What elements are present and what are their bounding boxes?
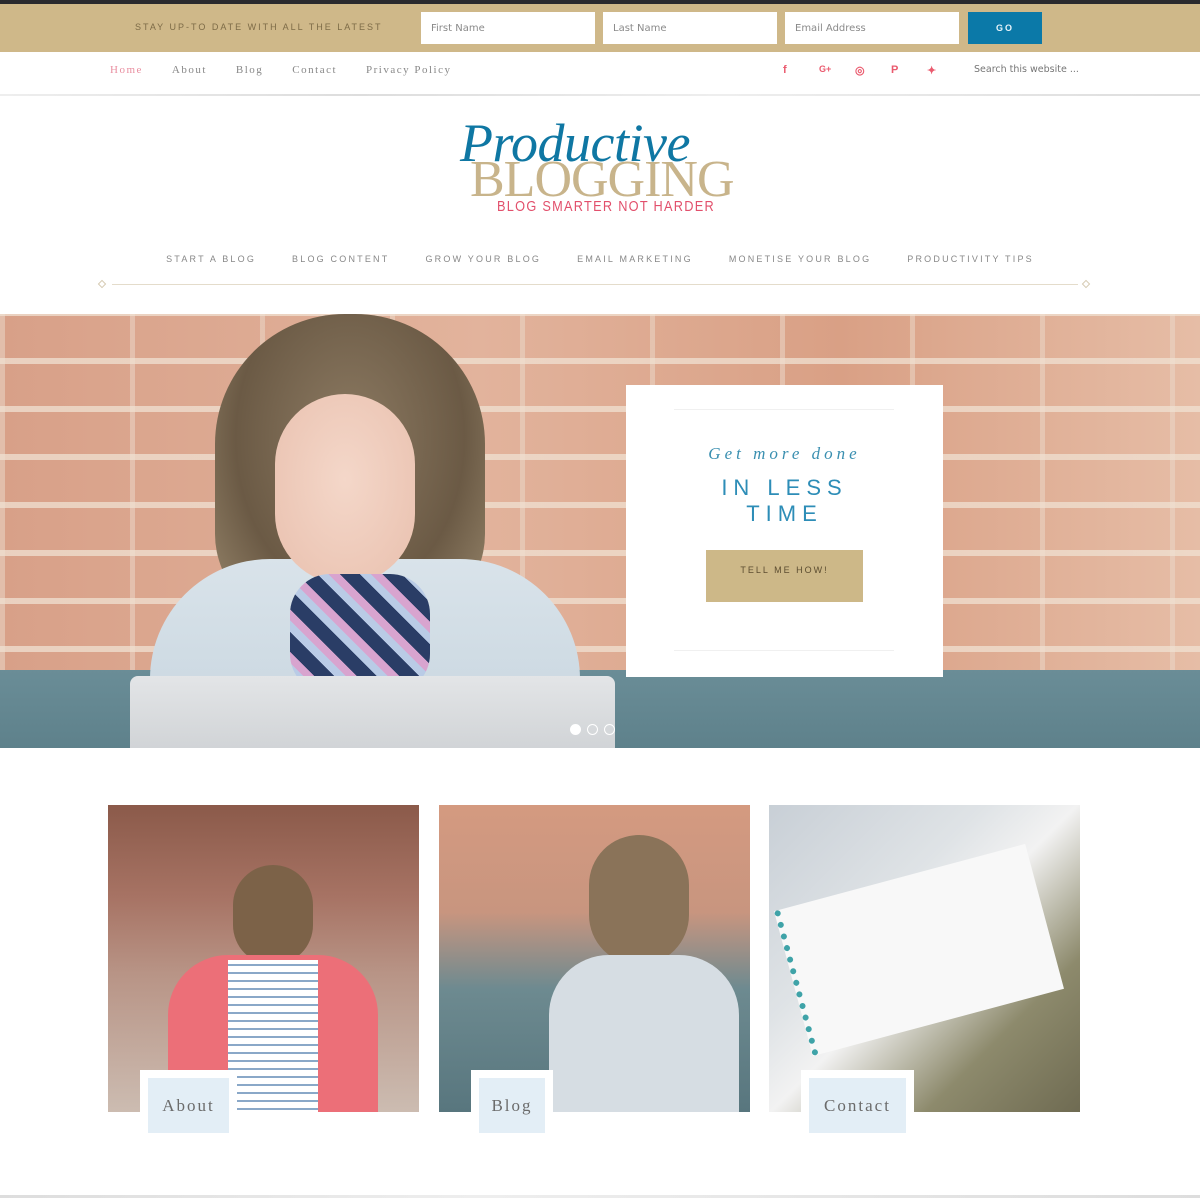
feature-contact[interactable]: [769, 805, 1080, 1112]
cta-headline-line1: IN LESS: [721, 475, 848, 500]
feature-about[interactable]: [108, 805, 419, 1112]
feature-label-about[interactable]: About: [148, 1078, 229, 1133]
secnav-link-blog[interactable]: Blog: [236, 64, 263, 76]
hero-laptop: [130, 676, 615, 748]
secnav-link-about[interactable]: About: [172, 64, 207, 76]
slider-dots: [570, 724, 621, 735]
cta-rule-top: [674, 409, 894, 410]
hero-slider: Get more done IN LESS TIME TELL ME HOW!: [0, 314, 1200, 748]
feature-label-contact-wrap: Contact: [801, 1070, 914, 1141]
slider-dot-2[interactable]: [587, 724, 598, 735]
page-bottom-divider: [0, 1195, 1200, 1198]
feature-label-blog[interactable]: Blog: [479, 1078, 545, 1133]
nav-grow-your-blog[interactable]: GROW YOUR BLOG: [425, 254, 541, 264]
main-nav: START A BLOG BLOG CONTENT GROW YOUR BLOG…: [0, 254, 1200, 264]
cta-headline: IN LESS TIME: [626, 475, 943, 527]
secondary-nav: Home About Blog Contact Privacy Policy f…: [0, 52, 1200, 94]
optin-bar: STAY UP-TO DATE WITH ALL THE LATEST GO: [0, 4, 1200, 52]
nav-monetise-your-blog[interactable]: MONETISE YOUR BLOG: [729, 254, 871, 264]
social-icons: f G+ ◎ P ✦: [783, 64, 963, 77]
header-divider: [0, 94, 1200, 96]
feature-label-about-wrap: About: [140, 1070, 237, 1141]
diamond-ornament-right: [1081, 279, 1091, 289]
email-input[interactable]: [785, 12, 959, 44]
first-name-input[interactable]: [421, 12, 595, 44]
nav-productivity-tips[interactable]: PRODUCTIVITY TIPS: [907, 254, 1034, 264]
go-button[interactable]: GO: [968, 12, 1042, 44]
secnav-link-privacy-policy[interactable]: Privacy Policy: [366, 64, 451, 76]
search-input[interactable]: [974, 64, 1094, 75]
optin-tagline: STAY UP-TO DATE WITH ALL THE LATEST: [135, 22, 383, 32]
nav-email-marketing[interactable]: EMAIL MARKETING: [577, 254, 693, 264]
instagram-icon[interactable]: ◎: [855, 64, 891, 77]
logo-tagline: BLOG SMARTER NOT HARDER: [497, 198, 716, 215]
tell-me-how-button[interactable]: TELL ME HOW!: [706, 550, 863, 602]
site-logo[interactable]: Productive BLOGGING BLOG SMARTER NOT HAR…: [440, 112, 760, 222]
pinterest-icon[interactable]: P: [891, 64, 927, 77]
cta-headline-line2: TIME: [746, 501, 823, 526]
nav-start-a-blog[interactable]: START A BLOG: [166, 254, 256, 264]
twitter-icon[interactable]: ✦: [927, 64, 963, 77]
cta-script-text: Get more done: [708, 444, 861, 463]
hero-cta-box: Get more done IN LESS TIME TELL ME HOW!: [626, 385, 943, 677]
slider-dot-1[interactable]: [570, 724, 581, 735]
google-plus-icon[interactable]: G+: [819, 64, 855, 77]
slider-dot-3[interactable]: [604, 724, 615, 735]
secnav-link-contact[interactable]: Contact: [292, 64, 337, 76]
nav-blog-content[interactable]: BLOG CONTENT: [292, 254, 389, 264]
feature-label-contact[interactable]: Contact: [809, 1078, 906, 1133]
nav-divider-line: [112, 284, 1078, 285]
diamond-ornament-left: [97, 279, 107, 289]
feature-blog[interactable]: [439, 805, 750, 1112]
last-name-input[interactable]: [603, 12, 777, 44]
cta-rule-bottom: [674, 650, 894, 651]
secnav-link-home[interactable]: Home: [110, 64, 143, 76]
facebook-icon[interactable]: f: [783, 64, 819, 77]
feature-label-blog-wrap: Blog: [471, 1070, 553, 1141]
